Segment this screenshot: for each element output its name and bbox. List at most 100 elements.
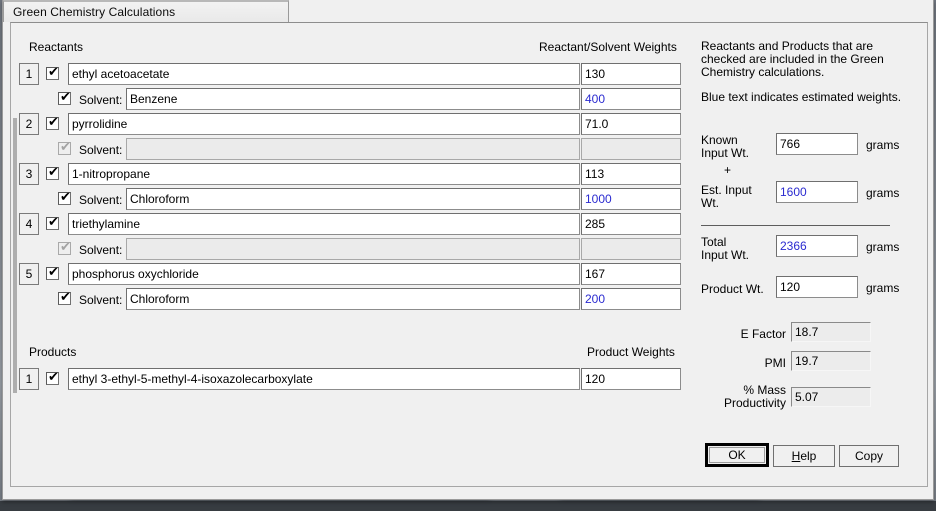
e-factor-value: 18.7: [791, 322, 871, 342]
taskbar-strip: [0, 501, 936, 511]
solvent-label-3: Solvent:: [79, 193, 123, 207]
total-input-weight-label-line1: Total: [701, 235, 727, 249]
checkmark-icon: ✔: [60, 90, 71, 105]
products-header: Products: [29, 345, 77, 359]
product-weight-field-1[interactable]: 120: [581, 368, 681, 390]
solvent-checkbox-1[interactable]: ✔: [58, 90, 71, 105]
estimated-input-weight-field[interactable]: 1600: [776, 181, 858, 203]
info-text-line-2: checked are included in the Green: [701, 52, 884, 66]
info-text-line-1: Reactants and Products that are: [701, 39, 874, 53]
known-input-weight-units: grams: [866, 138, 900, 152]
reactant-weight-field-3[interactable]: 113: [581, 163, 681, 185]
reactant-name-field-2[interactable]: pyrrolidine: [68, 113, 580, 135]
checkmark-icon: ✔: [48, 165, 59, 180]
reactant-name-field-1[interactable]: ethyl acetoacetate: [68, 63, 580, 85]
checkmark-icon: ✔: [48, 215, 59, 230]
solvent-weight-field-5[interactable]: 200: [581, 288, 681, 310]
reactant-index-2: 2: [19, 113, 39, 135]
mass-productivity-label-line2: Productivity: [723, 396, 786, 410]
solvent-checkbox-5[interactable]: ✔: [58, 290, 71, 305]
info-text-blue-note: Blue text indicates estimated weights.: [701, 90, 902, 104]
solvent-weight-field-2: [581, 138, 681, 160]
product-checkbox-1[interactable]: ✔: [46, 370, 59, 385]
reactant-index-4: 4: [19, 213, 39, 235]
solvent-name-field-1[interactable]: Benzene: [126, 88, 580, 110]
plus-sign: +: [724, 163, 732, 177]
solvent-name-field-3[interactable]: Chloroform: [126, 188, 580, 210]
checkmark-icon: ✔: [60, 140, 71, 155]
known-input-weight-label-line1: Known: [701, 133, 738, 147]
checkmark-icon: ✔: [48, 65, 59, 80]
estimated-input-weight-label-line2: Wt.: [701, 196, 719, 210]
checkmark-icon: ✔: [48, 265, 59, 280]
checkmark-icon: ✔: [60, 240, 71, 255]
known-input-weight-field[interactable]: 766: [776, 133, 858, 155]
estimated-input-weight-units: grams: [866, 186, 900, 200]
reactant-checkbox-1[interactable]: ✔: [46, 65, 59, 80]
copy-button-label: Copy: [854, 449, 883, 463]
pmi-value: 19.7: [791, 351, 871, 371]
solvent-label-1: Solvent:: [79, 93, 123, 107]
total-input-weight-label-line2: Input Wt.: [701, 248, 750, 262]
solvent-checkbox-3[interactable]: ✔: [58, 190, 71, 205]
reactant-index-1: 1: [19, 63, 39, 85]
solvent-weight-field-4: [581, 238, 681, 260]
help-button-label: Help: [792, 449, 817, 463]
pmi-label: PMI: [764, 356, 786, 370]
reactant-weight-field-2[interactable]: 71.0: [581, 113, 681, 135]
reactant-checkbox-2[interactable]: ✔: [46, 115, 59, 130]
reactant-index-5: 5: [19, 263, 39, 285]
solvent-name-field-5[interactable]: Chloroform: [126, 288, 580, 310]
solvent-weight-field-1[interactable]: 400: [581, 88, 681, 110]
product-weights-header: Product Weights: [587, 345, 675, 359]
help-button[interactable]: Help: [773, 445, 835, 467]
ok-button-label: OK: [728, 448, 746, 462]
total-input-weight-units: grams: [866, 240, 900, 254]
dialog-window: Green Chemistry Calculations Reactants R…: [2, 0, 934, 500]
ok-button[interactable]: OK: [705, 443, 769, 467]
reactant-weights-header: Reactant/Solvent Weights: [539, 40, 677, 54]
title-bar[interactable]: Green Chemistry Calculations: [3, 0, 289, 22]
window-title: Green Chemistry Calculations: [13, 5, 176, 19]
product-name-field-1[interactable]: ethyl 3-ethyl-5-methyl-4-isoxazolecarbox…: [68, 368, 580, 390]
reactant-weight-field-5[interactable]: 167: [581, 263, 681, 285]
product-index-1: 1: [19, 368, 39, 390]
dialog-client-area: Reactants Reactant/Solvent Weights 1 ✔ eth…: [10, 22, 928, 487]
reactant-weight-field-1[interactable]: 130: [581, 63, 681, 85]
solvent-weight-field-3[interactable]: 1000: [581, 188, 681, 210]
mass-productivity-value: 5.07: [791, 387, 871, 407]
checkmark-icon: ✔: [48, 370, 59, 385]
solvent-checkbox-2: ✔: [58, 140, 71, 155]
known-input-weight-label-line2: Input Wt.: [701, 146, 750, 160]
mass-productivity-label-line1: % Mass: [743, 383, 786, 397]
reactant-name-field-3[interactable]: 1-nitropropane: [68, 163, 580, 185]
total-input-weight-field[interactable]: 2366: [776, 235, 858, 257]
left-rail-divider: [13, 118, 17, 393]
info-text-line-3: Chemistry calculations.: [701, 65, 825, 79]
reactant-checkbox-4[interactable]: ✔: [46, 215, 59, 230]
estimated-input-weight-label-line1: Est. Input: [701, 183, 752, 197]
solvent-label-2: Solvent:: [79, 143, 123, 157]
checkmark-icon: ✔: [60, 190, 71, 205]
product-weight-units: grams: [866, 281, 900, 295]
reactants-header: Reactants: [29, 40, 84, 54]
checkmark-icon: ✔: [60, 290, 71, 305]
solvent-label-5: Solvent:: [79, 293, 123, 307]
summary-separator: [701, 225, 890, 226]
reactant-checkbox-5[interactable]: ✔: [46, 265, 59, 280]
reactant-name-field-4[interactable]: triethylamine: [68, 213, 580, 235]
reactant-index-3: 3: [19, 163, 39, 185]
reactant-name-field-5[interactable]: phosphorus oxychloride: [68, 263, 580, 285]
copy-button[interactable]: Copy: [839, 445, 899, 467]
ok-button-inner: OK: [709, 447, 765, 463]
help-label-rest: elp: [800, 449, 817, 463]
solvent-label-4: Solvent:: [79, 243, 123, 257]
product-weight-field[interactable]: 120: [776, 276, 858, 298]
e-factor-label: E Factor: [740, 327, 786, 341]
reactant-weight-field-4[interactable]: 285: [581, 213, 681, 235]
product-weight-label: Product Wt.: [701, 282, 764, 296]
solvent-name-field-2: [126, 138, 580, 160]
solvent-checkbox-4: ✔: [58, 240, 71, 255]
reactant-checkbox-3[interactable]: ✔: [46, 165, 59, 180]
checkmark-icon: ✔: [48, 115, 59, 130]
